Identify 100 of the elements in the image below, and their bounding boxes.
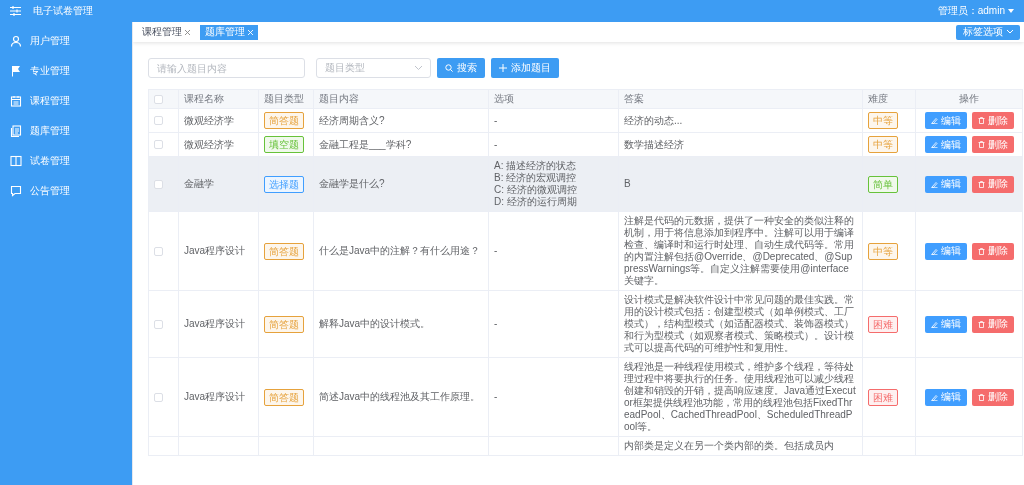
table-cell-text: 经济的动态... [624,114,684,127]
pencil-icon [930,320,938,328]
pencil-icon [930,180,938,188]
type-select[interactable]: 题目类型 [316,58,431,78]
edit-button[interactable]: 编辑 [924,315,967,333]
edit-button[interactable]: 编辑 [924,136,967,153]
column-header: 题目类型 [264,93,304,104]
pencil-icon [930,393,938,401]
delete-button[interactable]: 删除 [971,315,1014,333]
flag-icon [10,65,22,77]
sidebar-item[interactable]: 公告管理 [30,184,70,198]
tag: 简单 [868,175,898,193]
delete-button[interactable]: 删除 [971,175,1014,193]
delete-button[interactable]: 删除 [971,112,1014,129]
trash-icon [977,180,985,188]
chevron-down-icon [415,66,422,70]
tab-options-button[interactable]: 标签选项 [956,24,1020,40]
sidebar-item[interactable]: 用户管理 [30,34,70,48]
table-cell: 微观经济学 [184,114,234,126]
column-header: 难度 [868,93,888,104]
search-button[interactable]: 搜索 [437,58,485,78]
option-text: - [494,391,498,403]
option-text: - [494,318,498,330]
table-cell: Java程序设计 [184,318,246,329]
calendar-icon [10,95,22,107]
select-all-checkbox[interactable] [154,94,163,104]
table-cell-text: 数学描述经济 [624,138,685,151]
table-cell-text: 内部类是定义在另一个类内部的类。包括成员内 [624,440,835,452]
user-menu[interactable]: 管理员：admin [937,4,1014,18]
row-checkbox[interactable] [154,179,163,189]
table-cell-text: 设计模式是解决软件设计中常见问题的最佳实践。常用的设计模式包括：创建型模式（如单例模式、工厂模式），结构型模式（如适配器模式、装饰器模式）和行为型模式（如观察者模式、策略模式）。设计模式可以提高代码的可维护性和复用性。 [624,294,855,354]
option-text: - [494,138,498,151]
tag: 选择题 [264,175,304,193]
option-text: - [494,245,498,257]
column-header: 答案 [624,93,644,104]
tag: 中等 [868,136,898,153]
caret-icon [1008,9,1014,13]
option-text: B: 经济的宏观调控 [494,172,577,184]
delete-button[interactable]: 删除 [971,136,1014,153]
edit-button[interactable]: 编辑 [924,242,967,260]
table-cell: Java程序设计 [184,245,246,256]
search-icon [445,64,453,72]
option-text: D: 经济的运行周期 [494,196,577,208]
row-checkbox[interactable] [154,140,163,149]
column-header: 课程名称 [184,93,224,104]
sidebar-item[interactable]: 题库管理 [30,124,70,138]
chat-icon [10,185,22,197]
table-cell: 解释Java中的设计模式。 [319,318,431,329]
close-icon[interactable] [185,29,190,35]
edit-button[interactable]: 编辑 [924,175,967,193]
document-icon [10,125,22,137]
row-checkbox[interactable] [154,116,163,125]
column-header: 题目内容 [319,93,359,104]
book-icon [10,155,22,167]
trash-icon [977,320,985,328]
trash-icon [977,393,985,401]
row-checkbox[interactable] [154,319,163,329]
tag: 简答题 [264,315,304,333]
row-checkbox[interactable] [154,392,163,402]
chevron-down-icon [1007,30,1013,34]
table-cell-text: B [624,178,632,190]
tag: 简答题 [264,112,304,129]
delete-button[interactable]: 删除 [971,242,1014,260]
app-title: 电子试卷管理 [33,4,93,18]
option-text: A: 描述经济的状态 [494,160,577,172]
trash-icon [977,141,985,148]
edit-button[interactable]: 编辑 [924,388,967,406]
table-cell-text: 注解是代码的元数据，提供了一种安全的类似注释的机制，用于将信息添加到程序中。注解可以用于编译检查、编译时和运行时处理、自动生成代码等。常用的内置注解包括@Override、@Deprecated、@SuppressWarnings等。自定义注解需要使用@interface关键字。 [624,215,855,287]
plus-icon [499,64,507,72]
table-cell: 金融学 [184,178,214,189]
menu-icon[interactable] [10,6,21,16]
user-icon [10,35,22,47]
table-cell: 什么是Java中的注解？有什么用途？ [319,245,481,256]
table-cell: Java程序设计 [184,391,246,402]
table-cell: 金融工程是___学科? [319,138,412,150]
pencil-icon [930,141,938,148]
column-header: 选项 [494,93,514,104]
search-field[interactable]: 请输入题目内容 [148,58,305,78]
sidebar-item[interactable]: 课程管理 [30,94,70,108]
sidebar-item[interactable]: 试卷管理 [30,154,70,168]
tag: 简答题 [264,242,304,260]
table-cell: 简述Java中的线程池及其工作原理。 [319,391,481,402]
table-cell: 微观经济学 [184,138,234,150]
tag: 中等 [868,112,898,129]
trash-icon [977,247,985,255]
sidebar-item[interactable]: 专业管理 [30,64,70,78]
table-cell: 线程池是一种线程使用模式，维护多个线程，等待处理过程中将要执行的任务。使用线程池可以减少线程创建和销毁的开销，提高响应速度。Java通过Executor框架提供线程池功能，常用的线程池包括FixedThreadPool、CachedThreadPool、ScheduledThreadPool等。 [624,361,857,433]
row-checkbox[interactable] [154,246,163,256]
tab[interactable]: 题库管理 [200,24,258,40]
table-cell: 金融学是什么? [319,178,385,189]
tag: 填空题 [264,136,304,153]
edit-button[interactable]: 编辑 [924,112,967,129]
delete-button[interactable]: 删除 [971,388,1014,406]
option-text: - [494,114,498,127]
tag: 中等 [868,242,898,260]
pencil-icon [930,117,938,124]
table-cell: 经济周期含义? [319,114,385,126]
add-question-button[interactable]: 添加题目 [491,58,559,78]
tag: 困难 [868,315,898,333]
column-header: 操作 [959,93,979,104]
